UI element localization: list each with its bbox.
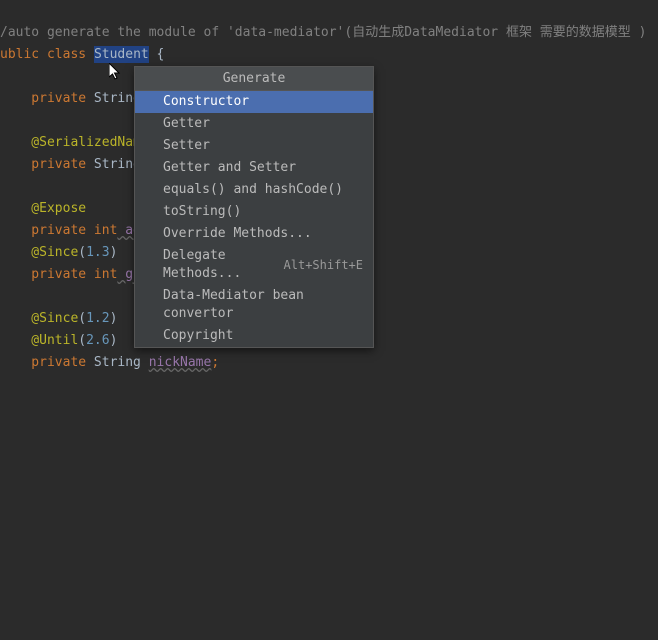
number: 2.6 xyxy=(86,333,109,348)
keyword: private xyxy=(0,91,86,106)
paren: ( xyxy=(78,311,86,326)
popup-item-getter[interactable]: Getter xyxy=(135,113,373,135)
popup-item-label: Delegate Methods... xyxy=(163,247,284,283)
popup-item-label: Getter and Setter xyxy=(163,159,296,177)
annotation: @Since xyxy=(0,245,78,260)
code-line: /auto generate the module of 'data-media… xyxy=(0,22,658,44)
keyword: int xyxy=(94,267,117,282)
keyword: private xyxy=(0,267,94,282)
popup-item-label: toString() xyxy=(163,203,241,221)
paren: ) xyxy=(110,245,118,260)
popup-item-constructor[interactable]: Constructor xyxy=(135,91,373,113)
paren: ) xyxy=(110,311,118,326)
popup-item-label: Getter xyxy=(163,115,210,133)
annotation: @SerializedName xyxy=(0,135,149,150)
paren: ( xyxy=(78,245,86,260)
keyword: class xyxy=(39,47,94,62)
code-line xyxy=(0,0,658,22)
semicolon: ; xyxy=(211,355,219,370)
brace: { xyxy=(149,47,165,62)
popup-item-tostring-[interactable]: toString() xyxy=(135,201,373,223)
number: 1.2 xyxy=(86,311,109,326)
popup-item-shortcut: Alt+Shift+E xyxy=(284,256,363,274)
popup-item-delegate-methods-[interactable]: Delegate Methods...Alt+Shift+E xyxy=(135,245,373,285)
code-line: private String nickName; xyxy=(0,352,658,374)
popup-item-override-methods-[interactable]: Override Methods... xyxy=(135,223,373,245)
popup-item-setter[interactable]: Setter xyxy=(135,135,373,157)
paren: ( xyxy=(78,333,86,348)
selected-text[interactable]: Student xyxy=(94,46,149,63)
popup-item-copyright[interactable]: Copyright xyxy=(135,325,373,347)
keyword: private xyxy=(0,157,86,172)
keyword: private xyxy=(0,355,86,370)
annotation: @Until xyxy=(0,333,78,348)
field: nickName xyxy=(149,355,212,370)
popup-item-data-mediator-bean-convertor[interactable]: Data-Mediator bean convertor xyxy=(135,285,373,325)
popup-item-label: Constructor xyxy=(163,93,249,111)
popup-item-getter-and-setter[interactable]: Getter and Setter xyxy=(135,157,373,179)
annotation: @Expose xyxy=(0,201,86,216)
code-line: ublic class Student { xyxy=(0,44,658,66)
popup-title: Generate xyxy=(135,67,373,91)
keyword: ublic xyxy=(0,47,39,62)
popup-item-label: Setter xyxy=(163,137,210,155)
generate-popup-menu: Generate Constructor Getter Setter Getter a… xyxy=(134,66,374,348)
keyword: private xyxy=(0,223,94,238)
popup-item-label: equals() and hashCode() xyxy=(163,181,343,199)
popup-item-label: Data-Mediator bean convertor xyxy=(163,287,363,323)
annotation: @Since xyxy=(0,311,78,326)
popup-item-label: Copyright xyxy=(163,327,233,345)
keyword: int xyxy=(94,223,117,238)
type: String xyxy=(86,355,149,370)
popup-item-equals-and-hashcode-[interactable]: equals() and hashCode() xyxy=(135,179,373,201)
paren: ) xyxy=(110,333,118,348)
popup-item-label: Override Methods... xyxy=(163,225,312,243)
number: 1.3 xyxy=(86,245,109,260)
comment-text: /auto generate the module of 'data-media… xyxy=(0,25,646,40)
